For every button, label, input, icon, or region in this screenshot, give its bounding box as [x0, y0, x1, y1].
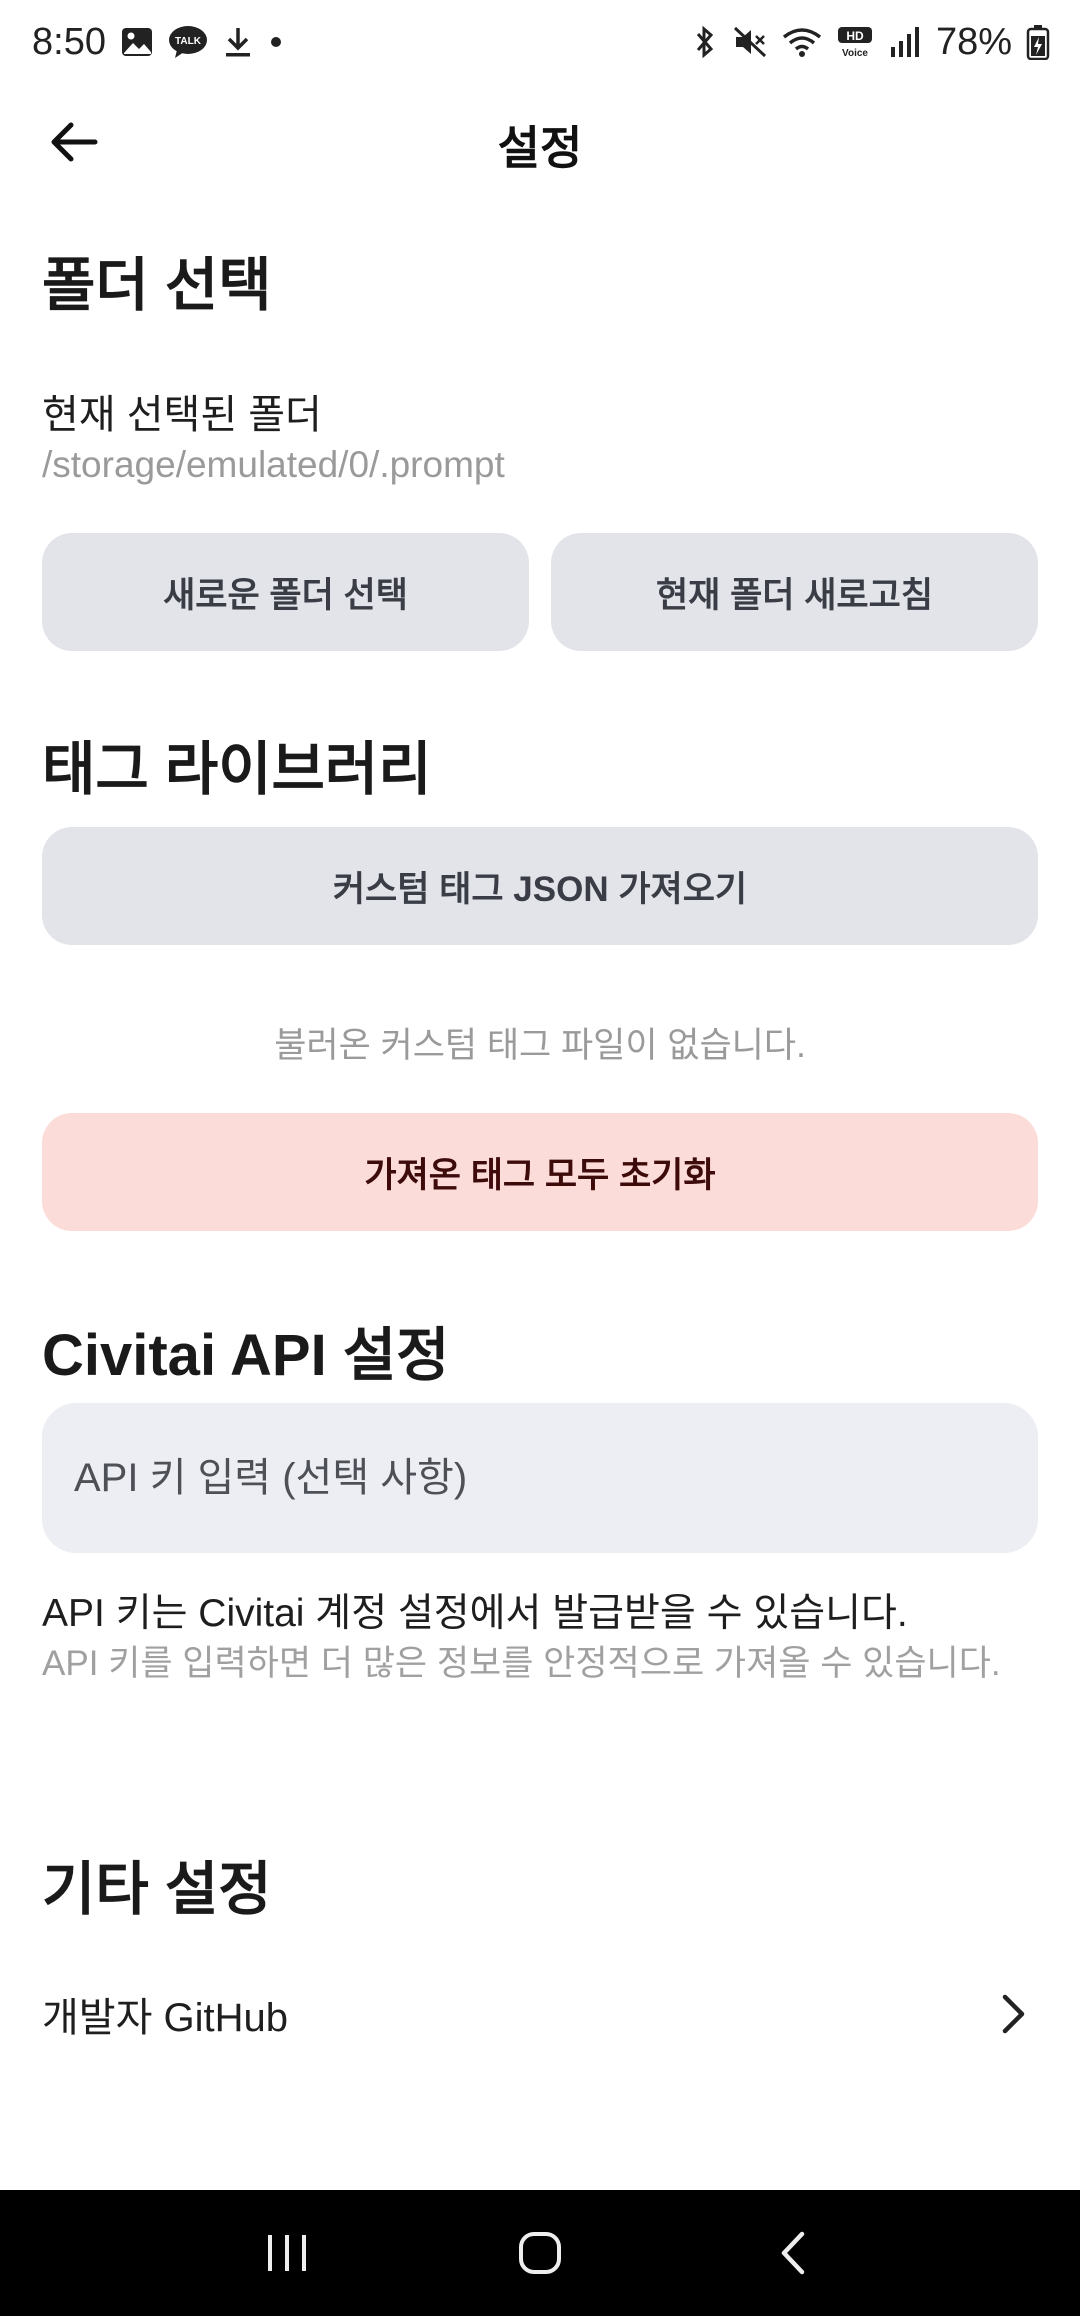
- reset-tags-button[interactable]: 가져온 태그 모두 초기화: [42, 1113, 1038, 1231]
- home-button[interactable]: [480, 2203, 600, 2303]
- dot-icon: [268, 34, 284, 50]
- svg-text:TALK: TALK: [175, 36, 202, 47]
- page-title: 설정: [497, 122, 583, 174]
- bluetooth-icon: [692, 24, 718, 60]
- app-bar: 설정: [0, 84, 1080, 200]
- gallery-icon: [120, 25, 154, 59]
- battery-percent: 78%: [935, 20, 1012, 63]
- kakaotalk-icon: TALK: [168, 25, 208, 59]
- hd-voice-icon: HD Voice: [836, 25, 874, 59]
- status-left: 8:50 TALK: [32, 21, 284, 64]
- wifi-icon: [782, 25, 822, 59]
- refresh-folder-button[interactable]: 현재 폴더 새로고침: [551, 533, 1038, 651]
- other-section-title: 기타 설정: [42, 1857, 272, 1922]
- arrow-left-icon: [51, 122, 98, 162]
- api-help-text: API 키는 Civitai 계정 설정에서 발급받을 수 있습니다.: [42, 1592, 908, 1635]
- recent-apps-icon: [267, 2235, 306, 2271]
- folder-section-title: 폴더 선택: [42, 253, 272, 318]
- tag-section-title: 태그 라이브러리: [42, 737, 432, 802]
- current-folder-label: 현재 선택된 폴더: [42, 393, 322, 437]
- current-folder-path: /storage/emulated/0/.prompt: [42, 444, 505, 485]
- navigation-bar: [0, 2190, 1080, 2316]
- github-row[interactable]: 개발자 GitHub: [0, 1962, 1080, 2066]
- status-right: HD Voice 78%: [692, 21, 1050, 64]
- signal-icon: [888, 25, 922, 59]
- empty-tags-note: 불러온 커스텀 태그 파일이 없습니다.: [274, 1026, 806, 1065]
- svg-text:Voice: Voice: [842, 48, 868, 59]
- back-icon: [782, 2231, 805, 2275]
- civitai-section-title: Civitai API 설정: [42, 1323, 450, 1388]
- select-folder-button[interactable]: 새로운 폴더 선택: [42, 533, 529, 651]
- status-time: 8:50: [32, 20, 106, 63]
- battery-icon: [1026, 24, 1050, 60]
- mute-icon: [732, 24, 768, 60]
- download-icon: [222, 25, 254, 59]
- svg-text:HD: HD: [846, 29, 864, 43]
- chevron-right-icon: [1002, 1994, 1025, 2034]
- status-bar: 8:50 TALK HD Voice 78%: [0, 0, 1080, 84]
- home-icon: [518, 2232, 561, 2274]
- api-sub-text: API 키를 입력하면 더 많은 정보를 안정적으로 가져올 수 있습니다.: [42, 1644, 1001, 1683]
- api-key-input[interactable]: [42, 1403, 1038, 1553]
- import-tags-button[interactable]: 커스텀 태그 JSON 가져오기: [42, 827, 1038, 945]
- github-label: 개발자 GitHub: [42, 1996, 289, 2040]
- nav-back-button[interactable]: [733, 2203, 853, 2303]
- recent-apps-button[interactable]: [227, 2203, 347, 2303]
- back-button[interactable]: [40, 108, 108, 176]
